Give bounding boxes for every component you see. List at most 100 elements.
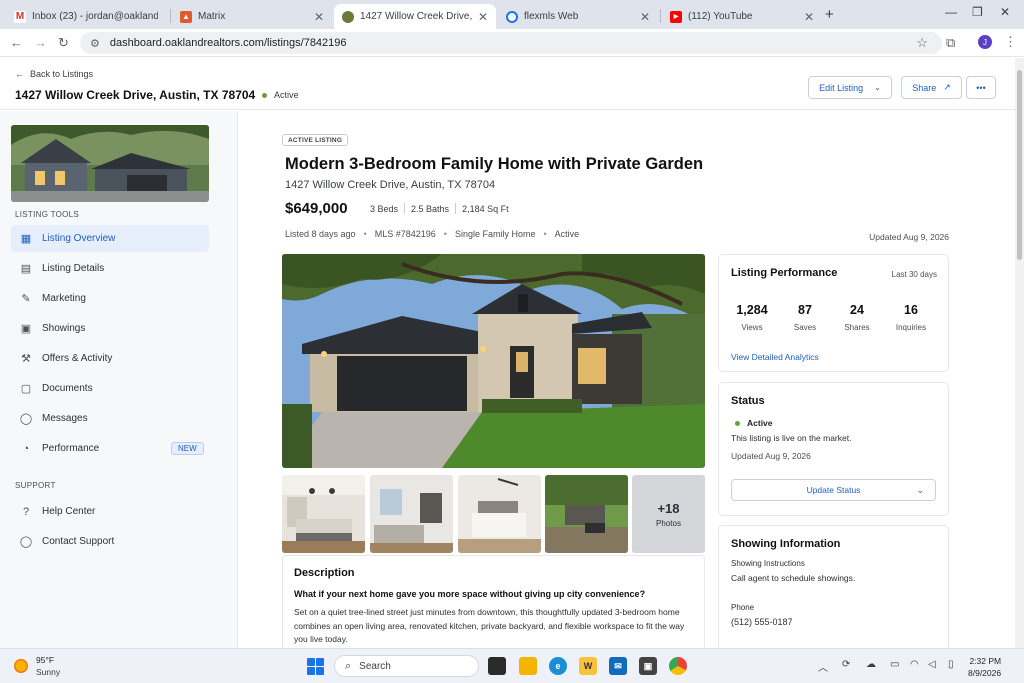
stat-inquiries: 16 Inquiries (895, 303, 927, 332)
bookmark-star-icon[interactable]: ☆ (916, 35, 928, 51)
chat-icon: ◯ (19, 413, 33, 425)
weather-condition[interactable]: Sunny (36, 667, 60, 677)
sidebar-item-offers-activity[interactable]: ⚒ Offers & Activity (11, 345, 209, 372)
close-window-icon[interactable]: ✕ (1000, 5, 1010, 19)
close-tab-icon[interactable]: ✕ (478, 10, 488, 24)
listing-meta: Listed 8 days ago • MLS #7842196 • Singl… (285, 229, 580, 239)
updated-date: Updated Aug 9, 2026 (869, 232, 949, 242)
terminal-icon[interactable]: ▣ (639, 657, 657, 675)
mail-icon[interactable]: ✉ (609, 657, 627, 675)
square-feet: 2,184 Sq Ft (462, 203, 509, 214)
tab-flexmls[interactable]: flexmls Web ✕ (498, 4, 658, 29)
sidebar-item-listing-details[interactable]: ▤ Listing Details (11, 255, 209, 282)
listing-title: Modern 3-Bedroom Family Home with Privat… (285, 155, 704, 173)
minimize-icon[interactable]: — (945, 5, 957, 19)
listing-performance-card: Listing Performance Last 30 days 1,284 V… (718, 254, 949, 372)
forward-arrow-icon[interactable]: → (34, 35, 47, 50)
tab-title: 1427 Willow Creek Drive, Austin (360, 11, 472, 22)
photo-thumbnail-kitchen[interactable] (282, 475, 365, 553)
help-icon: ? (22, 505, 30, 518)
page-scrollbar[interactable] (1015, 58, 1024, 648)
file-explorer-icon[interactable] (519, 657, 537, 675)
chevron-down-icon: ⌄ (874, 83, 881, 92)
photo-thumbnail-backyard[interactable] (545, 475, 628, 553)
extensions-icon[interactable]: ⧉ (946, 35, 955, 51)
tray-chevron-icon[interactable]: ︿ (818, 659, 828, 674)
mls-number: MLS #7842196 (374, 229, 436, 239)
battery-icon[interactable]: ▭ (890, 659, 899, 670)
phone-label: Phone (731, 603, 755, 612)
external-link-icon: ↗ (943, 82, 951, 92)
sync-icon[interactable]: ⟳ (842, 659, 850, 670)
chrome-icon[interactable] (669, 657, 687, 675)
close-tab-icon[interactable]: ✕ (640, 10, 650, 24)
battery-charging-icon[interactable]: ▯ (948, 659, 954, 670)
tab-youtube[interactable]: ▶ (112) YouTube ✕ (662, 4, 822, 29)
share-button[interactable]: Share ↗ (901, 76, 962, 99)
wifi-icon[interactable]: ◠ (910, 659, 919, 670)
sidebar-item-messages[interactable]: ◯ Messages (11, 405, 209, 432)
browser-menu-icon[interactable]: ⋮ (1004, 34, 1017, 50)
sidebar-item-marketing[interactable]: ✎ Marketing (11, 285, 209, 312)
close-tab-icon[interactable]: ✕ (314, 10, 324, 24)
hero-photo[interactable] (282, 254, 705, 468)
browser-toolbar: ← → ↻ ⚙ dashboard.oaklandrealtors.com/li… (0, 29, 1024, 57)
megaphone-icon: ✎ (21, 293, 31, 305)
scrollbar-thumb[interactable] (1017, 70, 1022, 260)
tab-gmail[interactable]: M Inbox (23) - jordan@oaklandrea (6, 4, 166, 29)
tab-title: Inbox (23) - jordan@oaklandrea (32, 11, 158, 22)
taskbar-search[interactable]: ⌕ Search (334, 655, 479, 677)
stat-saves: 87 Saves (793, 303, 817, 332)
back-to-listings-link[interactable]: ← Back to Listings (15, 69, 93, 79)
baths: 2.5 Baths (411, 203, 450, 214)
sidebar-item-performance[interactable]: ◔ Performance NEW (11, 435, 209, 462)
cloud-icon[interactable]: ☁ (866, 659, 876, 670)
new-tab-icon[interactable]: + (825, 6, 834, 23)
close-tab-icon[interactable]: ✕ (804, 10, 814, 24)
back-arrow-icon[interactable]: ← (10, 35, 23, 50)
edit-listing-button[interactable]: Edit Listing ⌄ (808, 76, 892, 99)
more-photos-button[interactable]: +18 Photos (632, 475, 705, 553)
sidebar-item-documents[interactable]: ▢ Documents (11, 375, 209, 402)
sun-icon[interactable] (14, 659, 28, 673)
view-detailed-analytics-link[interactable]: View Detailed Analytics (731, 352, 819, 362)
chevron-down-icon: ⌄ (916, 485, 924, 495)
listing-tools-heading: LISTING TOOLS (15, 210, 80, 219)
listing-status: Active (554, 229, 580, 239)
weather-temp[interactable]: 95°F (36, 655, 54, 665)
reload-icon[interactable]: ↻ (58, 35, 69, 51)
browser-tab-strip: M Inbox (23) - jordan@oaklandrea ▲ Matri… (0, 0, 1024, 29)
edge-icon[interactable]: e (549, 657, 567, 675)
listing-thumbnail (11, 125, 209, 202)
update-status-button[interactable]: Update Status ⌄ (731, 479, 936, 501)
phone-number[interactable]: (512) 555-0187 (731, 617, 793, 627)
photo-thumbnail-living-room[interactable] (370, 475, 453, 553)
tab-matrix[interactable]: ▲ Matrix ✕ (172, 4, 332, 29)
volume-icon[interactable]: ◁ (928, 659, 936, 670)
address-bar[interactable]: ⚙ dashboard.oaklandrealtors.com/listings… (80, 32, 942, 54)
store-icon[interactable]: W (579, 657, 597, 675)
status-badge: Active (735, 418, 773, 428)
site-info-icon[interactable]: ⚙ (90, 37, 100, 50)
gavel-icon: ⚒ (21, 353, 31, 365)
sidebar-item-help-center[interactable]: ? Help Center (11, 498, 209, 525)
matrix-icon: ▲ (180, 10, 192, 23)
gmail-icon: M (14, 10, 26, 23)
photo-thumbnail-bedroom[interactable] (458, 475, 541, 553)
listed-date: Listed 8 days ago (285, 229, 356, 239)
sidebar-item-contact-support[interactable]: ◯ Contact Support (11, 528, 209, 555)
tab-listing[interactable]: 1427 Willow Creek Drive, Austin ✕ (334, 4, 496, 29)
taskbar-clock[interactable]: 2:32 PM 8/9/2026 (968, 655, 1001, 679)
restore-icon[interactable]: ❐ (972, 5, 983, 19)
status-text: This listing is live on the market. (731, 433, 852, 443)
profile-avatar[interactable]: J (978, 35, 992, 49)
windows-start-icon[interactable] (307, 658, 324, 675)
youtube-icon: ▶ (670, 10, 682, 23)
sidebar-item-showings[interactable]: ▣ Showings (11, 315, 209, 342)
status-card: Status Active This listing is live on th… (718, 382, 949, 516)
more-options-button[interactable]: ••• (966, 76, 996, 99)
flexmls-icon (506, 10, 518, 23)
sidebar-item-listing-overview[interactable]: ▦ Listing Overview (11, 225, 209, 252)
task-view-icon[interactable] (488, 657, 506, 675)
listing-page-header: ← Back to Listings 1427 Willow Creek Dri… (0, 58, 1024, 110)
